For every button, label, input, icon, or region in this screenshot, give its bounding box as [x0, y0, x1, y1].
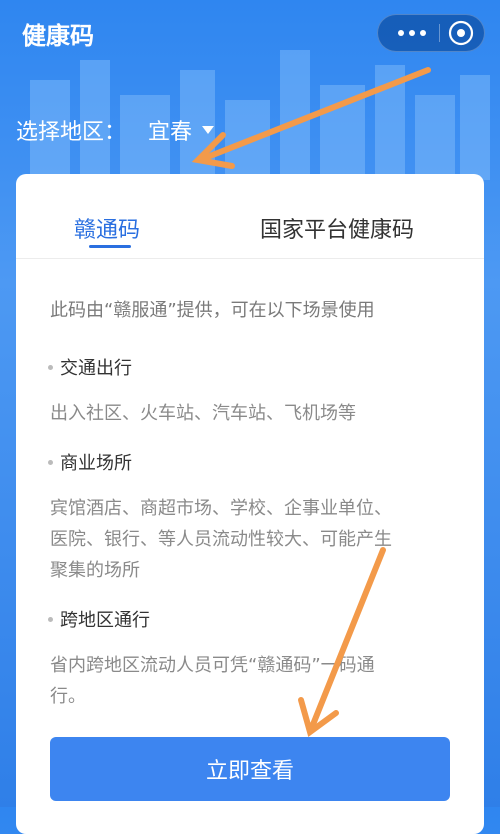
scenario-description: 省内跨地区流动人员可凭“赣通码”一码通 行。 [48, 650, 468, 712]
scenario-title: 商业场所 [60, 453, 132, 474]
region-selector[interactable]: 选择地区： 宜春 [16, 114, 215, 146]
page-title: 健康码 [22, 22, 94, 50]
bullet-dot-icon [48, 616, 53, 622]
tab-gantong-code[interactable]: 赣通码 [74, 212, 140, 244]
scenario-title: 跨地区通行 [60, 610, 150, 631]
scenario-section: 交通出行 出入社区、火车站、汽车站、飞机场等 [48, 354, 468, 429]
scenario-description: 出入社区、火车站、汽车站、飞机场等 [48, 398, 468, 429]
dot-icon [420, 30, 426, 36]
intro-text: 此码由“赣服通”提供，可在以下场景使用 [50, 300, 375, 321]
health-code-card: 赣通码 国家平台健康码 此码由“赣服通”提供，可在以下场景使用 交通出行 出入社… [16, 174, 484, 834]
bullet-dot-icon [48, 459, 53, 465]
description-line: 聚集的场所 [50, 560, 140, 581]
description-line: 行。 [50, 686, 86, 707]
city-skyline-background [30, 50, 490, 180]
scenario-title: 交通出行 [60, 358, 132, 379]
bullet-dot-icon [48, 364, 53, 370]
description-line: 省内跨地区流动人员可凭“赣通码”一码通 [50, 655, 375, 676]
dot-icon [409, 30, 415, 36]
region-city[interactable]: 宜春 [148, 114, 192, 146]
active-tab-indicator [89, 245, 131, 248]
description-line: 医院、银行、等人员流动性较大、可能产生 [50, 529, 392, 550]
close-icon[interactable] [448, 20, 474, 46]
dot-icon [398, 30, 404, 36]
description-line: 出入社区、火车站、汽车站、飞机场等 [50, 403, 356, 424]
more-menu-button[interactable] [392, 15, 432, 51]
description-line: 宾馆酒店、商超市场、学校、企事业单位、 [50, 498, 392, 519]
tab-bar: 赣通码 国家平台健康码 [16, 174, 484, 259]
scenario-heading: 跨地区通行 [48, 606, 468, 632]
scenario-description: 宾馆酒店、商超市场、学校、企事业单位、 医院、银行、等人员流动性较大、可能产生 … [48, 493, 468, 586]
scenario-heading: 商业场所 [48, 449, 468, 475]
caret-down-icon[interactable] [202, 126, 215, 134]
scenario-section: 跨地区通行 省内跨地区流动人员可凭“赣通码”一码通 行。 [48, 606, 468, 712]
scenario-heading: 交通出行 [48, 354, 468, 380]
tab-national-health-code[interactable]: 国家平台健康码 [260, 212, 414, 244]
region-label: 选择地区： [16, 120, 127, 145]
capsule-divider [439, 24, 440, 42]
miniprogram-capsule [377, 14, 485, 52]
view-now-button[interactable]: 立即查看 [50, 737, 450, 801]
scenario-section: 商业场所 宾馆酒店、商超市场、学校、企事业单位、 医院、银行、等人员流动性较大、… [48, 449, 468, 586]
